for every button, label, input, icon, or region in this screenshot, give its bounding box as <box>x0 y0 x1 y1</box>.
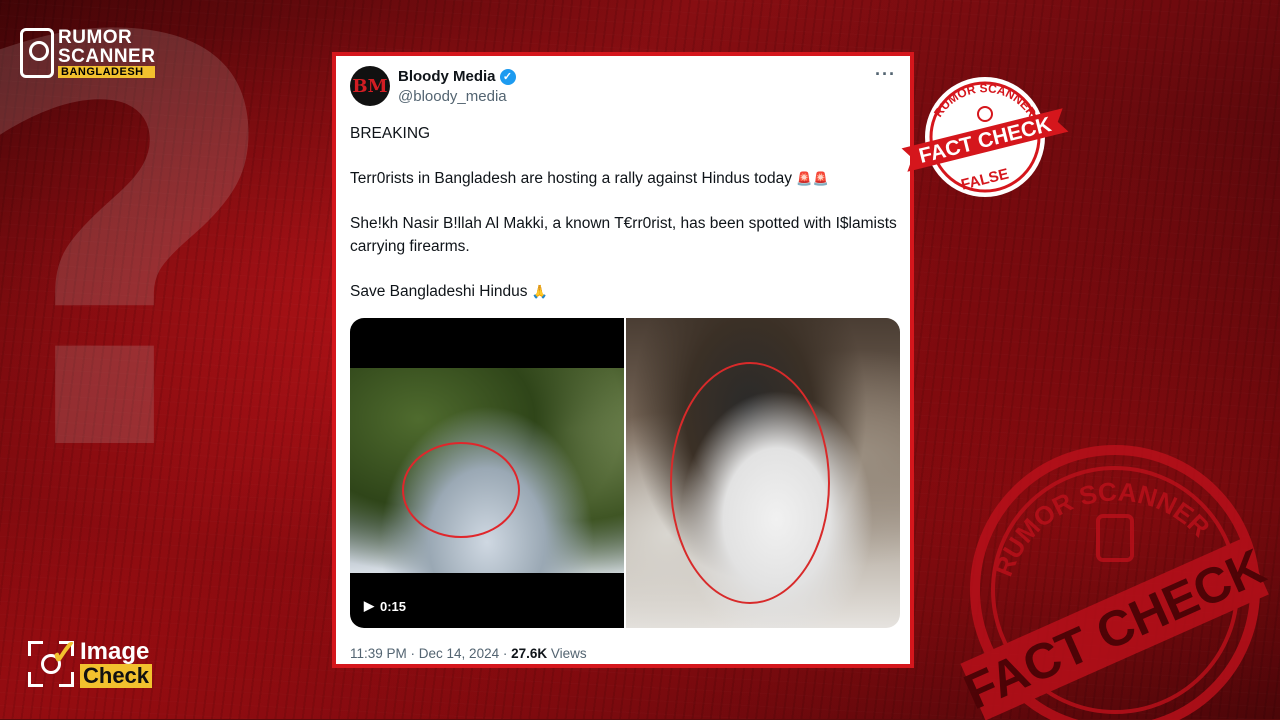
highlight-circle-firearm <box>670 362 830 604</box>
camera-check-icon: ✓ <box>28 634 79 687</box>
tweet-paragraph-2: Terr0rists in Bangladesh are hosting a r… <box>350 167 900 190</box>
fact-check-false-stamp: RUMOR SCANNER FACT CHECK FALSE <box>901 77 1069 197</box>
tweet-card: BM Bloody Media ✓ @bloody_media ··· BREA… <box>332 52 914 668</box>
tweet-paragraph-2-text: Terr0rists in Bangladesh are hosting a r… <box>350 170 792 187</box>
tweet-timestamp[interactable]: 11:39 PM · Dec 14, 2024 · <box>350 646 511 661</box>
image-check-word-1: Image <box>80 638 150 665</box>
image-check-logo: ✓ Image Check <box>28 634 153 688</box>
verified-badge-icon: ✓ <box>499 68 516 85</box>
tweet-paragraph-1: BREAKING <box>350 125 431 142</box>
tweet-paragraph-3: She!kh Nasir B!llah Al Makki, a known T€… <box>350 215 897 255</box>
image-check-wordmark: Image Check <box>80 638 153 688</box>
logo-line-1: RUMOR <box>58 27 133 48</box>
tweet-media[interactable]: ▶ 0:15 <box>350 318 900 628</box>
rumor-scanner-wordmark: RUMOR SCANNER BANGLADESH <box>58 27 156 78</box>
display-name-text: Bloody Media <box>398 68 496 85</box>
user-handle[interactable]: @bloody_media <box>398 88 507 105</box>
photo-thumbnail[interactable] <box>626 318 900 628</box>
siren-emoji: 🚨🚨 <box>796 171 829 186</box>
image-check-word-2: Check <box>80 664 153 688</box>
views-count: 27.6K <box>511 646 548 661</box>
logo-line-2: SCANNER <box>58 46 156 67</box>
play-icon: ▶ <box>364 598 374 613</box>
rumor-scanner-logo: RUMOR SCANNER BANGLADESH <box>20 27 156 78</box>
question-mark-graphic: ? <box>0 0 285 530</box>
tweet-paragraph-4: Save Bangladeshi Hindus 🙏 <box>350 280 900 303</box>
watermark-logo-icon <box>1096 514 1134 562</box>
tweet-text: BREAKING Terr0rists in Bangladesh are ho… <box>350 122 900 325</box>
phone-scan-icon <box>20 28 54 78</box>
video-play-control[interactable]: ▶ 0:15 <box>364 598 406 614</box>
video-duration: 0:15 <box>380 598 407 614</box>
tweet-meta: 11:39 PM · Dec 14, 2024 · 27.6K Views <box>350 646 587 661</box>
logo-line-3: BANGLADESH <box>58 66 156 78</box>
praying-hands-emoji: 🙏 <box>531 284 549 299</box>
more-options-icon[interactable]: ··· <box>875 64 896 85</box>
display-name[interactable]: Bloody Media ✓ <box>398 68 516 85</box>
fact-check-watermark-stamp: RUMOR SCANNER FACT CHECK <box>956 445 1270 720</box>
views-label: Views <box>547 646 587 661</box>
tweet-paragraph-4-text: Save Bangladeshi Hindus <box>350 283 528 300</box>
avatar[interactable]: BM <box>350 66 390 106</box>
video-thumbnail[interactable]: ▶ 0:15 <box>350 318 624 628</box>
highlight-circle <box>402 442 520 538</box>
